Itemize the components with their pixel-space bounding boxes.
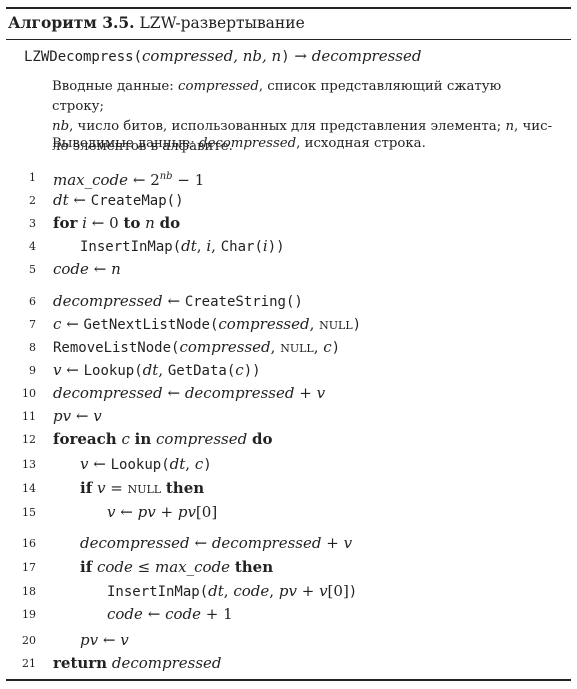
line-number: 12 [22, 433, 36, 446]
function-name: LZWDecompress [24, 49, 134, 65]
line-code: foreach c in compressed do [53, 430, 273, 448]
line-number: 13 [22, 458, 36, 471]
line-code: for i ← 0 to n do [53, 214, 181, 232]
line-number: 2 [29, 194, 36, 207]
line-number: 5 [29, 263, 36, 276]
line-number: 15 [22, 506, 36, 519]
code-line-8: 8 RemoveListNode(compressed, null, c) [6, 336, 571, 359]
return-arrow: → [294, 47, 307, 65]
line-number: 14 [22, 482, 36, 495]
code-line-20: 20 pv ← v [6, 629, 571, 652]
line-code: max_code ← 2nb − 1 [53, 171, 205, 189]
code-line-17: 17 if code ≤ max_code then [6, 556, 571, 579]
code-line-5: 5 code ← n [6, 258, 571, 281]
bottom-rule [6, 679, 571, 681]
algorithm-label: Алгоритм 3.5. [8, 13, 135, 32]
code-line-1: 1 max_code ← 2nb − 1 [6, 166, 571, 189]
line-number: 1 [29, 171, 36, 184]
line-code: pv ← v [80, 631, 129, 649]
top-rule [6, 7, 571, 9]
code-line-13: 13 v ← Lookup(dt, c) [6, 453, 571, 476]
line-number: 4 [29, 240, 36, 253]
line-code: RemoveListNode(compressed, null, c) [53, 338, 341, 356]
line-number: 7 [29, 318, 36, 331]
function-params: compressed, nb, n [142, 47, 282, 65]
algorithm-box: Алгоритм 3.5. LZW-развертывание LZWDecom… [6, 7, 571, 681]
line-code: return decompressed [53, 654, 222, 672]
output-description: Выводимые данные: decompressed, исходная… [52, 136, 426, 151]
line-code: decompressed ← CreateString() [53, 292, 303, 310]
line-code: if v = null then [80, 479, 205, 497]
line-code: pv ← v [53, 407, 102, 425]
code-line-19: 19 code ← code + 1 [6, 603, 571, 626]
code-line-15: 15 v ← pv + pv[0] [6, 501, 571, 524]
code-line-10: 10 decompressed ← decompressed + v [6, 382, 571, 405]
line-code: InsertInMap(dt, code, pv + v[0]) [107, 582, 358, 600]
return-value: decompressed [311, 47, 422, 65]
code-line-7: 7 c ← GetNextListNode(compressed, null) [6, 313, 571, 336]
code-line-2: 2 dt ← CreateMap() [6, 189, 571, 212]
line-number: 17 [22, 561, 36, 574]
code-line-14: 14 if v = null then [6, 477, 571, 500]
code-line-21: 21 return decompressed [6, 652, 571, 675]
line-number: 8 [29, 341, 36, 354]
code-line-6: 6 decompressed ← CreateString() [6, 290, 571, 313]
line-number: 18 [22, 585, 36, 598]
line-number: 3 [29, 217, 36, 230]
code-line-16: 16 decompressed ← decompressed + v [6, 532, 571, 555]
line-code: v ← Lookup(dt, c) [80, 455, 212, 473]
line-code: InsertInMap(dt, i, Char(i)) [80, 237, 285, 255]
code-line-11: 11 pv ← v [6, 405, 571, 428]
algorithm-name: LZW-развертывание [139, 14, 305, 32]
line-code: v ← pv + pv[0] [107, 503, 218, 521]
line-code: c ← GetNextListNode(compressed, null) [53, 315, 362, 333]
code-line-12: 12 foreach c in compressed do [6, 428, 571, 451]
code-line-18: 18 InsertInMap(dt, code, pv + v[0]) [6, 580, 571, 603]
algorithm-title: Алгоритм 3.5. LZW-развертывание [8, 13, 305, 32]
line-number: 6 [29, 295, 36, 308]
code-line-4: 4 InsertInMap(dt, i, Char(i)) [6, 235, 571, 258]
line-number: 16 [22, 537, 36, 550]
line-number: 11 [22, 410, 36, 423]
line-code: if code ≤ max_code then [80, 558, 274, 576]
line-number: 20 [22, 634, 36, 647]
title-rule [6, 39, 571, 40]
code-line-9: 9 v ← Lookup(dt, GetData(c)) [6, 359, 571, 382]
line-code: code ← code + 1 [107, 605, 233, 623]
line-number: 10 [22, 387, 36, 400]
function-signature: LZWDecompress(compressed, nb, n) → decom… [24, 47, 422, 65]
line-code: code ← n [53, 260, 121, 278]
line-number: 9 [29, 364, 36, 377]
line-code: dt ← CreateMap() [53, 191, 184, 209]
line-code: decompressed ← decompressed + v [53, 384, 326, 402]
line-number: 21 [22, 657, 36, 670]
line-code: v ← Lookup(dt, GetData(c)) [53, 361, 261, 379]
line-number: 19 [22, 608, 36, 621]
line-code: decompressed ← decompressed + v [80, 534, 353, 552]
code-line-3: 3 for i ← 0 to n do [6, 212, 571, 235]
